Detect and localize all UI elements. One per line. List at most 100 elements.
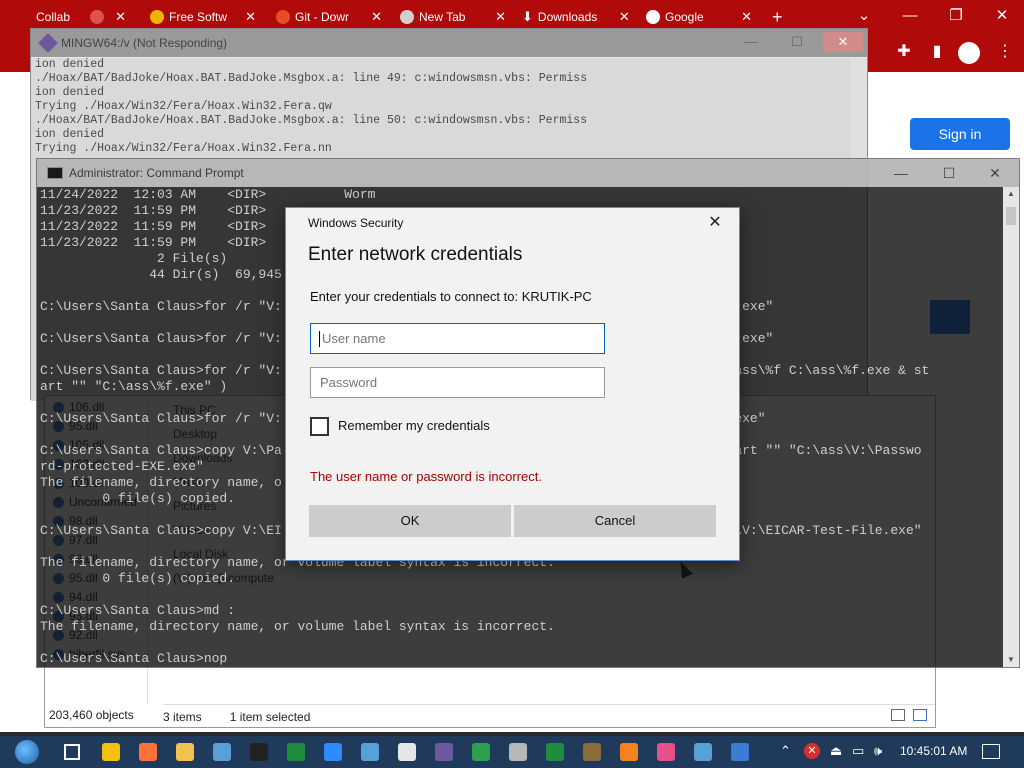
terminal-line: ./Hoax/BAT/BadJoke/Hoax.BAT.BadJoke.Msgb… <box>35 114 588 127</box>
minimize-icon[interactable]: — <box>879 162 923 184</box>
remember-checkbox[interactable] <box>310 417 329 436</box>
puzzle-icon[interactable] <box>324 743 342 761</box>
browser-tab[interactable]: ⬇ Downloads ✕ <box>516 4 632 30</box>
extensions-icon[interactable]: ✚ <box>895 43 913 61</box>
tab-close-icon[interactable]: ✕ <box>245 9 256 25</box>
scroll-down-icon[interactable]: ▼ <box>1003 653 1019 667</box>
side-panel-icon[interactable]: ▮ <box>928 43 946 61</box>
sign-in-button[interactable]: Sign in <box>910 118 1010 150</box>
firefox-icon[interactable] <box>139 743 157 761</box>
tab-label: Collab <box>36 10 71 24</box>
git-icon[interactable] <box>435 743 453 761</box>
tray-chevron-icon[interactable]: ⌃ <box>780 743 791 759</box>
start-button[interactable] <box>12 739 42 765</box>
search-app-icon[interactable] <box>620 743 638 761</box>
terminal-line: ion denied <box>35 58 105 71</box>
tab-label: Free Softw <box>169 10 228 24</box>
task-view-icon[interactable] <box>64 744 80 760</box>
scroll-up-icon[interactable]: ▲ <box>1003 187 1019 201</box>
dialog-prompt: Enter your credentials to connect to: KR… <box>310 289 592 304</box>
usb-icon[interactable]: ⏏ <box>830 743 842 759</box>
clock[interactable]: 10:45:01 AM <box>900 744 967 758</box>
close-icon[interactable]: ✕ <box>705 213 725 233</box>
dialog-caption: Windows Security <box>308 216 404 230</box>
cancel-button[interactable]: Cancel <box>514 505 716 537</box>
7zip-icon[interactable] <box>398 743 416 761</box>
download-icon: ⬇ <box>522 9 533 24</box>
tab-label: Downloads <box>537 10 598 24</box>
tab-close-icon[interactable]: ✕ <box>741 9 752 25</box>
menu-icon[interactable]: ⋮ <box>996 43 1014 61</box>
restore-icon[interactable]: ❐ <box>934 0 978 30</box>
scrollbar[interactable]: ▲ ▼ <box>1003 187 1019 667</box>
selection-count: 1 item selected <box>229 709 311 724</box>
details-view-icon[interactable] <box>891 709 905 721</box>
terminal-line: ./Hoax/BAT/BadJoke/Hoax.BAT.BadJoke.Msgb… <box>35 72 588 85</box>
terminal-line: The filename, directory name, or volume … <box>40 619 555 634</box>
minimize-icon[interactable]: — <box>888 0 932 30</box>
terminal-line: Trying ./Hoax/Win32/Fera/Hoax.Win32.Fera… <box>35 142 332 155</box>
notifications-icon[interactable] <box>982 744 1000 759</box>
maximize-icon[interactable]: ☐ <box>777 32 817 52</box>
remember-label[interactable]: Remember my credentials <box>338 418 490 433</box>
cmd-titlebar[interactable]: Administrator: Command Prompt <box>37 159 1019 187</box>
terminal-line: C:\Users\Santa Claus>nop <box>40 651 228 666</box>
security-icon[interactable] <box>731 743 749 761</box>
tab-close-icon[interactable]: ✕ <box>495 9 506 25</box>
username-field[interactable]: User name <box>310 323 605 354</box>
taskbar: ⌃ ✕ ⏏ ▭ 🕪 10:45:01 AM <box>0 736 1024 768</box>
window-icon[interactable] <box>694 743 712 761</box>
error-message: The user name or password is incorrect. <box>310 469 542 484</box>
close-icon[interactable]: ✕ <box>973 162 1017 184</box>
network-icon[interactable]: ▭ <box>852 743 864 759</box>
image-viewer-icon[interactable] <box>213 743 231 761</box>
tab-close-icon[interactable]: ✕ <box>371 9 382 25</box>
security-alert-icon[interactable]: ✕ <box>804 743 820 759</box>
volume-icon[interactable]: 🕪 <box>874 743 882 759</box>
close-icon[interactable]: ✕ <box>823 32 863 52</box>
cmd-icon <box>47 167 63 179</box>
tab-label: New Tab <box>419 10 466 24</box>
media-icon[interactable] <box>583 743 601 761</box>
terminal-line: Trying ./Hoax/Win32/Fera/Hoax.Win32.Fera… <box>35 100 332 113</box>
folder-icon[interactable] <box>176 743 194 761</box>
terminal-icon[interactable] <box>546 743 564 761</box>
keyboard-icon[interactable] <box>361 743 379 761</box>
browser-tab[interactable]: Free Softw ✕ <box>144 4 256 30</box>
tab-close-icon[interactable]: ✕ <box>619 9 630 25</box>
dialog-heading: Enter network credentials <box>308 244 523 265</box>
tab-favicon <box>90 10 105 24</box>
cmd-icon[interactable] <box>250 743 268 761</box>
ok-button[interactable]: OK <box>309 505 511 537</box>
git-bash-icon <box>38 33 58 53</box>
close-icon[interactable]: ✕ <box>980 0 1024 30</box>
minimize-icon[interactable]: — <box>731 32 771 52</box>
terminal-line: 11/24/2022 12:03 AM <DIR> Worm <box>40 187 376 202</box>
new-tab-button[interactable]: + <box>766 4 790 30</box>
status-bar: 3 items 1 item selected <box>163 704 935 728</box>
username-placeholder: User name <box>322 331 386 346</box>
browser-tab[interactable]: Google ✕ <box>640 4 752 30</box>
tool-icon[interactable] <box>509 743 527 761</box>
password-field[interactable]: Password <box>310 367 605 398</box>
windows-logo-icon <box>15 740 39 764</box>
app-icon[interactable] <box>657 743 675 761</box>
large-icons-view-icon[interactable] <box>913 709 927 721</box>
excel-icon[interactable] <box>287 743 305 761</box>
maximize-icon[interactable]: ☐ <box>927 162 971 184</box>
tab-search-icon[interactable]: ⌄ <box>842 0 886 30</box>
browser-tab[interactable]: New Tab ✕ <box>394 4 506 30</box>
terminal-line: C:\Users\Santa Claus>md : <box>40 603 236 618</box>
google-favicon <box>646 10 660 24</box>
scroll-thumb[interactable] <box>1006 207 1016 225</box>
notepad-icon[interactable] <box>472 743 490 761</box>
browser-tab[interactable]: Git - Dowr ✕ <box>270 4 382 30</box>
tab-close-icon[interactable]: ✕ <box>115 9 126 25</box>
credentials-dialog: Windows Security ✕ Enter network credent… <box>285 207 740 561</box>
browser-tab[interactable]: Collab ✕ <box>30 4 126 30</box>
terminal-line: ion denied <box>35 86 105 99</box>
chrome-icon[interactable] <box>102 743 120 761</box>
profile-avatar[interactable] <box>958 42 980 64</box>
